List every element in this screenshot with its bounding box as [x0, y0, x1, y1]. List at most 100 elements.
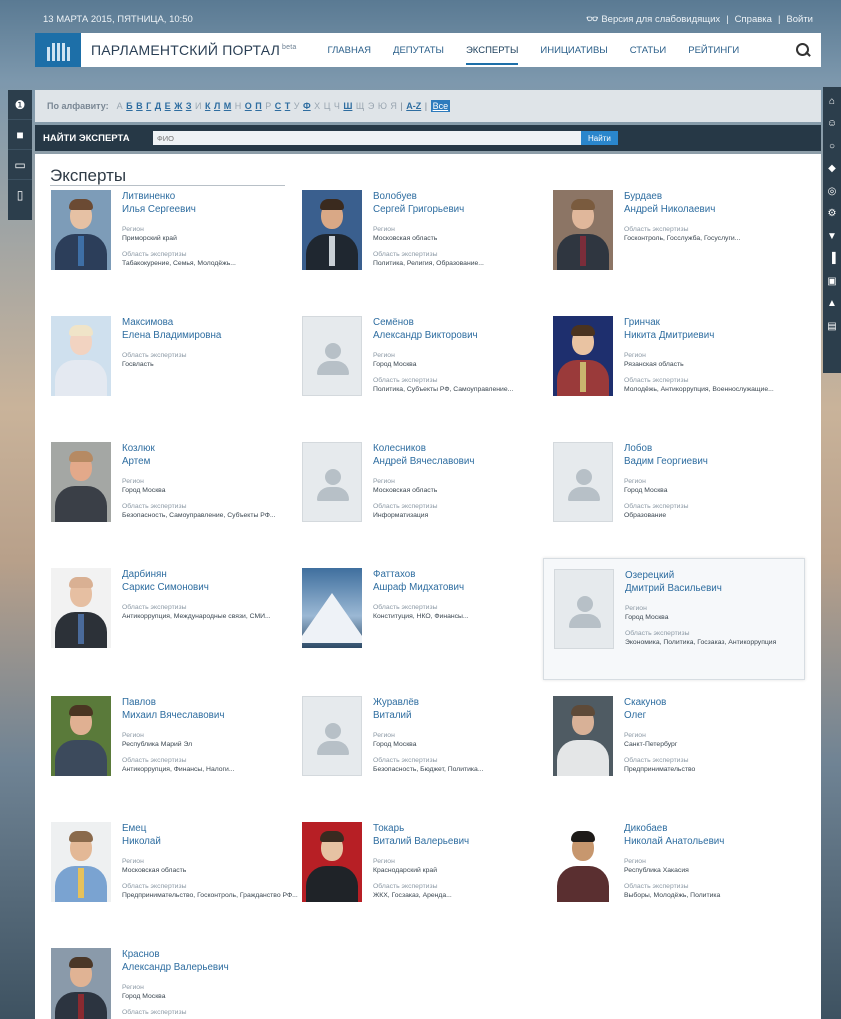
expert-surname[interactable]: Журавлёв — [373, 697, 553, 710]
expert-card[interactable]: Токарь Виталий Валерьевич Регион Краснодарс… — [302, 822, 552, 942]
expert-given-name[interactable]: Дмитрий Васильевич — [625, 583, 805, 596]
expert-photo[interactable] — [553, 190, 613, 270]
tags-icon[interactable]: ◆ — [823, 158, 841, 181]
alphabet-letter[interactable]: Г — [146, 101, 151, 111]
expert-given-name[interactable]: Андрей Николаевич — [624, 204, 804, 217]
video-icon[interactable]: ■ — [8, 120, 32, 150]
parliament-icon[interactable]: ⌂ — [823, 90, 841, 113]
expert-photo[interactable] — [51, 568, 111, 648]
expert-surname[interactable]: Озерецкий — [625, 570, 805, 583]
alphabet-letter[interactable]: М — [224, 101, 232, 111]
accessibility-link[interactable]: 👓︎ Версия для слабовидящих — [586, 14, 720, 25]
expert-given-name[interactable]: Николай — [122, 836, 302, 849]
people-icon[interactable]: ☺ — [823, 113, 841, 136]
expert-given-name[interactable]: Александр Викторович — [373, 330, 553, 343]
expert-card[interactable]: Журавлёв Виталий Регион Город Москва Область… — [302, 696, 552, 816]
expert-photo[interactable] — [51, 442, 111, 522]
help-link[interactable]: Справка — [735, 14, 772, 25]
expert-photo[interactable] — [302, 316, 362, 396]
expert-photo[interactable] — [51, 316, 111, 396]
expert-card[interactable]: Фаттахов Ашраф Мидхатович Область эксперти… — [302, 568, 552, 688]
book-icon[interactable]: ▭ — [8, 150, 32, 180]
expert-card[interactable]: Озерецкий Дмитрий Васильевич Регион Город М… — [543, 558, 805, 680]
expert-surname[interactable]: Дикобаев — [624, 823, 804, 836]
nav-item[interactable]: ГЛАВНАЯ — [316, 33, 382, 67]
expert-surname[interactable]: Павлов — [122, 697, 302, 710]
expert-surname[interactable]: Краснов — [122, 949, 302, 962]
expert-card[interactable]: Бурдаев Андрей Николаевич Область эксперти… — [553, 190, 803, 310]
expert-surname[interactable]: Козлюк — [122, 443, 302, 456]
expert-search-input[interactable] — [153, 131, 581, 145]
expert-card[interactable]: Козлюк Артем Регион Город Москва Область экс… — [51, 442, 301, 562]
portal-logo[interactable] — [35, 33, 81, 67]
chart-icon[interactable]: ▐ — [823, 248, 841, 271]
location-icon[interactable]: ○ — [823, 135, 841, 158]
expert-surname[interactable]: Волобуев — [373, 191, 553, 204]
globe-icon[interactable]: ◎ — [823, 180, 841, 203]
expert-card[interactable]: Емец Николай Регион Московская область Облас… — [51, 822, 301, 942]
expert-given-name[interactable]: Ашраф Мидхатович — [373, 582, 553, 595]
expert-given-name[interactable]: Виталий — [373, 710, 553, 723]
settings-icon[interactable]: ⚙ — [823, 203, 841, 226]
expert-surname[interactable]: Литвиненко — [122, 191, 302, 204]
expert-surname[interactable]: Бурдаев — [624, 191, 804, 204]
search-button[interactable]: Найти — [581, 131, 618, 145]
expert-photo[interactable] — [302, 822, 362, 902]
nav-item[interactable]: ДЕПУТАТЫ — [382, 33, 455, 67]
expert-given-name[interactable]: Александр Валерьевич — [122, 962, 302, 975]
alphabet-letter[interactable]: Б — [126, 101, 132, 111]
alphabet-letter[interactable]: Ш — [343, 101, 352, 111]
expert-photo[interactable] — [553, 316, 613, 396]
expert-surname[interactable]: Фаттахов — [373, 569, 553, 582]
expert-given-name[interactable]: Михаил Вячеславович — [122, 710, 302, 723]
expert-photo[interactable] — [51, 822, 111, 902]
login-link[interactable]: Войти — [786, 14, 813, 25]
expert-photo[interactable] — [302, 442, 362, 522]
latin-alphabet-link[interactable]: A-Z — [406, 101, 421, 111]
expert-card[interactable]: Павлов Михаил Вячеславович Регион Республик… — [51, 696, 301, 816]
expert-surname[interactable]: Скакунов — [624, 697, 804, 710]
expert-given-name[interactable]: Елена Владимировна — [122, 330, 302, 343]
expert-photo[interactable] — [553, 442, 613, 522]
search-icon[interactable] — [795, 42, 811, 58]
expert-photo[interactable] — [51, 948, 111, 1019]
alphabet-letter[interactable]: Ж — [174, 101, 182, 111]
alphabet-letter[interactable]: Т — [285, 101, 291, 111]
expert-surname[interactable]: Емец — [122, 823, 302, 836]
expert-given-name[interactable]: Виталий Валерьевич — [373, 836, 553, 849]
alphabet-letter[interactable]: П — [255, 101, 261, 111]
expert-card[interactable]: Волобуев Сергей Григорьевич Регион Московск… — [302, 190, 552, 310]
expert-photo[interactable] — [302, 696, 362, 776]
alphabet-letter[interactable]: Ф — [303, 101, 311, 111]
alphabet-letter[interactable]: К — [205, 101, 211, 111]
expert-photo[interactable] — [554, 569, 614, 649]
alphabet-letter[interactable]: В — [136, 101, 143, 111]
expert-surname[interactable]: Дарбинян — [122, 569, 302, 582]
brand-title[interactable]: ПАРЛАМЕНТСКИЙ ПОРТАЛ beta — [91, 42, 296, 58]
briefcase-icon[interactable]: ▣ — [823, 270, 841, 293]
expert-photo[interactable] — [51, 696, 111, 776]
expert-card[interactable]: Литвиненко Илья Сергеевич Регион Приморский… — [51, 190, 301, 310]
expert-card[interactable]: Колесников Андрей Вячеславович Регион Моско… — [302, 442, 552, 562]
expert-card[interactable]: Скакунов Олег Регион Санкт-Петербург Область… — [553, 696, 803, 816]
all-letters-link[interactable]: Все — [430, 100, 451, 112]
expert-given-name[interactable]: Олег — [624, 710, 804, 723]
expert-card[interactable]: Лобов Вадим Георгиевич Регион Город Москва О… — [553, 442, 803, 562]
expert-given-name[interactable]: Саркис Симонович — [122, 582, 302, 595]
expert-surname[interactable]: Максимова — [122, 317, 302, 330]
tree-icon[interactable]: ▲ — [823, 293, 841, 316]
expert-photo[interactable] — [553, 696, 613, 776]
alphabet-letter[interactable]: Е — [165, 101, 171, 111]
alphabet-letter[interactable]: О — [245, 101, 252, 111]
alphabet-letter[interactable]: З — [186, 101, 192, 111]
mobile-icon[interactable]: ▯ — [8, 180, 32, 210]
expert-photo[interactable] — [553, 822, 613, 902]
alphabet-letter[interactable]: Л — [214, 101, 220, 111]
expert-given-name[interactable]: Сергей Григорьевич — [373, 204, 553, 217]
expert-card[interactable]: Гринчак Никита Дмитриевич Регион Рязанская … — [553, 316, 803, 436]
expert-photo[interactable] — [302, 568, 362, 648]
nav-item[interactable]: ИНИЦИАТИВЫ — [529, 33, 618, 67]
expert-given-name[interactable]: Илья Сергеевич — [122, 204, 302, 217]
expert-card[interactable]: Дикобаев Николай Анатольевич Регион Республ… — [553, 822, 803, 942]
expert-given-name[interactable]: Вадим Георгиевич — [624, 456, 804, 469]
